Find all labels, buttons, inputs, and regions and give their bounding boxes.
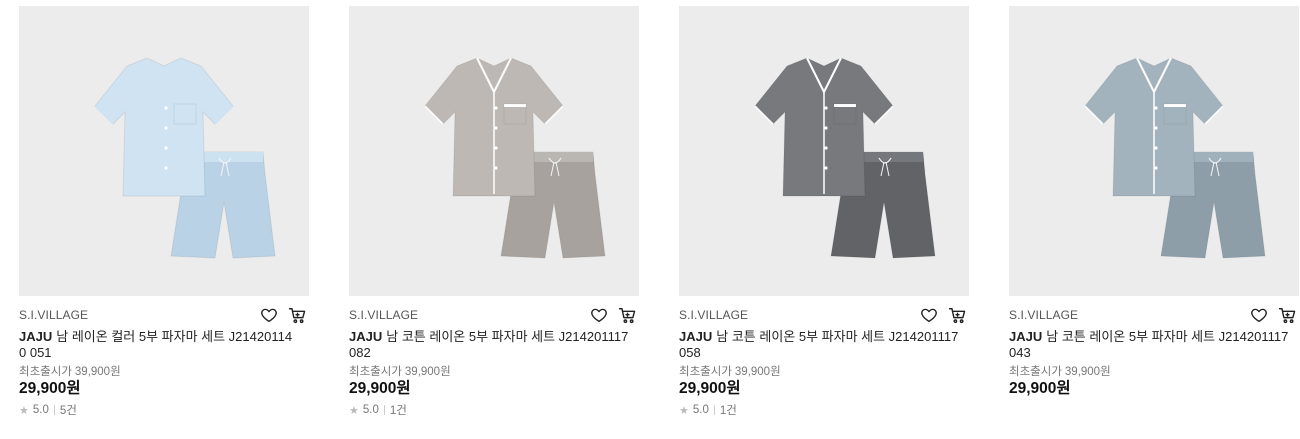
heart-icon[interactable] <box>1249 305 1269 325</box>
product-title[interactable]: JAJU 남 코튼 레이온 5부 파자마 세트 J214201117 082 <box>349 329 629 361</box>
sale-price: 29,900원 <box>679 380 741 397</box>
review-count: 1건 <box>719 405 737 417</box>
original-price-value: 39,900원 <box>404 366 451 378</box>
cart-icon[interactable] <box>947 305 967 325</box>
title-brand: JAJU <box>349 329 383 344</box>
rating-divider <box>383 405 385 415</box>
card-actions <box>1249 305 1297 325</box>
heart-icon[interactable] <box>919 305 939 325</box>
brand-name[interactable]: S.I.VILLAGE <box>349 308 418 322</box>
product-title[interactable]: JAJU 남 코튼 레이온 5부 파자마 세트 J214201117 058 <box>679 329 959 361</box>
pajama-set-illustration <box>94 57 276 259</box>
original-price-label: 최초출시가 <box>349 366 402 378</box>
title-text: 남 코튼 레이온 5부 파자마 세트 J214201117 082 <box>349 329 629 360</box>
rating-value: 5.0 <box>692 404 709 416</box>
original-price-label: 최초출시가 <box>1009 366 1062 378</box>
brand-row: S.I.VILLAGE <box>1009 305 1299 325</box>
title-brand: JAJU <box>679 329 713 344</box>
product-image[interactable] <box>19 6 309 296</box>
title-text: 남 코튼 레이온 5부 파자마 세트 J214201117 043 <box>1009 329 1289 360</box>
pajama-set-illustration <box>1084 57 1266 259</box>
original-price-value: 39,900원 <box>1064 366 1111 378</box>
product-card[interactable]: S.I.VILLAGE JAJU 남 레이온 컬러 5부 파자마 세트 J2142… <box>19 6 309 418</box>
cart-icon[interactable] <box>1277 305 1297 325</box>
product-card[interactable]: S.I.VILLAGE JAJU 남 코튼 레이온 5부 파자마 세트 J2142… <box>679 6 969 418</box>
title-brand: JAJU <box>1009 329 1043 344</box>
rating-divider <box>53 405 55 415</box>
original-price: 최초출시가 39,900원 <box>349 365 639 379</box>
title-brand: JAJU <box>19 329 53 344</box>
sale-price: 29,900원 <box>19 380 81 397</box>
brand-row: S.I.VILLAGE <box>19 305 309 325</box>
original-price: 최초출시가 39,900원 <box>679 365 969 379</box>
product-card[interactable]: S.I.VILLAGE JAJU 남 코튼 레이온 5부 파자마 세트 J2142… <box>1009 6 1299 399</box>
brand-row: S.I.VILLAGE <box>349 305 639 325</box>
star-icon: ★ <box>349 404 359 417</box>
pajama-set-illustration <box>424 57 606 259</box>
cart-icon[interactable] <box>287 305 307 325</box>
heart-icon[interactable] <box>589 305 609 325</box>
star-icon: ★ <box>19 404 29 417</box>
pajama-set-illustration <box>754 57 936 259</box>
product-grid: S.I.VILLAGE JAJU 남 레이온 컬러 5부 파자마 세트 J2142… <box>0 0 1300 439</box>
original-price-label: 최초출시가 <box>679 366 732 378</box>
card-actions <box>589 305 637 325</box>
review-count: 1건 <box>389 405 407 417</box>
product-image[interactable] <box>679 6 969 296</box>
card-actions <box>259 305 307 325</box>
original-price-label: 최초출시가 <box>19 366 72 378</box>
cart-icon[interactable] <box>617 305 637 325</box>
title-text: 남 코튼 레이온 5부 파자마 세트 J214201117 058 <box>679 329 959 360</box>
heart-icon[interactable] <box>259 305 279 325</box>
original-price: 최초출시가 39,900원 <box>19 365 309 379</box>
product-image[interactable] <box>349 6 639 296</box>
product-image[interactable] <box>1009 6 1299 296</box>
card-actions <box>919 305 967 325</box>
brand-row: S.I.VILLAGE <box>679 305 969 325</box>
product-title[interactable]: JAJU 남 코튼 레이온 5부 파자마 세트 J214201117 043 <box>1009 329 1289 361</box>
original-price: 최초출시가 39,900원 <box>1009 365 1299 379</box>
brand-name[interactable]: S.I.VILLAGE <box>19 308 88 322</box>
rating-divider <box>713 405 715 415</box>
product-card[interactable]: S.I.VILLAGE JAJU 남 코튼 레이온 5부 파자마 세트 J2142… <box>349 6 639 418</box>
rating-value: 5.0 <box>362 404 379 416</box>
brand-name[interactable]: S.I.VILLAGE <box>679 308 748 322</box>
sale-price: 29,900원 <box>1009 380 1071 397</box>
rating-row: ★ 5.0 1건 <box>349 402 639 418</box>
rating-row: ★ 5.0 1건 <box>679 402 969 418</box>
star-icon: ★ <box>679 404 689 417</box>
review-count: 5건 <box>59 405 77 417</box>
original-price-value: 39,900원 <box>74 366 121 378</box>
rating-value: 5.0 <box>32 404 49 416</box>
original-price-value: 39,900원 <box>734 366 781 378</box>
title-text: 남 레이온 컬러 5부 파자마 세트 J214201140 051 <box>19 329 293 360</box>
product-title[interactable]: JAJU 남 레이온 컬러 5부 파자마 세트 J214201140 051 <box>19 329 299 361</box>
sale-price: 29,900원 <box>349 380 411 397</box>
brand-name[interactable]: S.I.VILLAGE <box>1009 308 1078 322</box>
rating-row: ★ 5.0 5건 <box>19 402 309 418</box>
